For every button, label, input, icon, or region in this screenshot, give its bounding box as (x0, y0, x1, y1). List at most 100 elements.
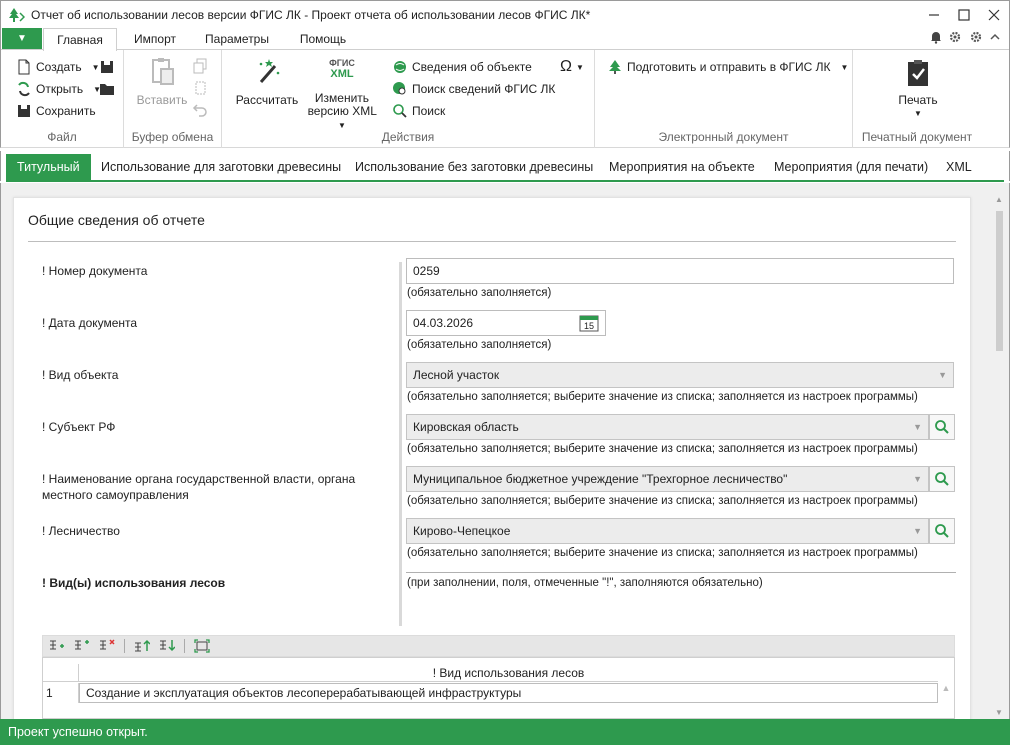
grid-column-header[interactable]: ! Вид использования лесов (79, 664, 938, 682)
ribbon-tab-bar: ▼ Главная Импорт Параметры Помощь (0, 28, 1010, 51)
subject-search-button[interactable] (929, 414, 955, 440)
group-actions: Рассчитать ФГИС XML Изменить версию XML … (222, 50, 595, 148)
tab-non-wood-usage[interactable]: Использование без заготовки древесины (344, 154, 604, 180)
save-button[interactable]: Сохранить (16, 103, 96, 119)
title-bar: Отчет об использовании лесов версии ФГИС… (0, 0, 1010, 28)
status-text: Проект успешно открыт. (8, 725, 148, 739)
tab-parameters[interactable]: Параметры (193, 28, 281, 50)
object-info-button[interactable]: Сведения об объекте (392, 59, 532, 75)
caret-down-icon: ▼ (840, 62, 849, 72)
minimize-button[interactable] (919, 1, 949, 29)
bell-icon[interactable] (929, 30, 943, 47)
window-title: Отчет об использовании лесов версии ФГИС… (31, 7, 591, 22)
usage-types-label: ! Вид(ы) использования лесов (42, 576, 226, 590)
tab-activities-print[interactable]: Мероприятия (для печати) (763, 154, 939, 180)
doc-date-input[interactable]: 04.03.2026 15 (406, 310, 606, 336)
close-button[interactable] (979, 1, 1009, 29)
authority-search-button[interactable] (929, 466, 955, 492)
document-tab-bar: Титульный Использование для заготовки др… (0, 151, 1010, 182)
expand-icon[interactable] (194, 639, 210, 653)
group-print-label: Печатный документ (861, 130, 973, 144)
section-title: Общие сведения об отчете (28, 212, 205, 228)
magic-wand-icon (259, 59, 280, 83)
chevron-down-icon: ▼ (913, 474, 922, 484)
caret-down-icon: ▼ (338, 121, 346, 130)
forestry-hint: (обязательно заполняется; выберите значе… (407, 547, 918, 559)
chevron-down-icon: ▼ (913, 526, 922, 536)
group-clipboard-label: Буфер обмена (131, 130, 214, 144)
app-menu-button[interactable]: ▼ (2, 28, 42, 49)
tree-icon (609, 60, 621, 74)
maximize-button[interactable] (949, 1, 979, 29)
ribbon-collapse-icon[interactable] (989, 31, 1001, 46)
change-xml-version-button[interactable]: ФГИС XML Изменить версию XML ▼ (302, 58, 382, 132)
folder-button[interactable] (99, 81, 115, 97)
create-button[interactable]: Создать ▼ (16, 59, 100, 75)
move-down-icon[interactable] (159, 639, 175, 653)
paste-icon (152, 58, 174, 85)
copy-button[interactable] (192, 58, 208, 74)
subject-select[interactable]: Кировская область ▼ (406, 414, 929, 440)
search-fgis-button[interactable]: Поиск сведений ФГИС ЛК (392, 81, 555, 97)
doc-number-hint: (обязательно заполняется) (407, 287, 552, 299)
ribbon: Создать ▼ Открыть ▼ Сохранить Файл Встав… (0, 50, 1010, 148)
doc-date-label: ! Дата документа (42, 316, 138, 330)
forestry-search-button[interactable] (929, 518, 955, 544)
options-gear-icon[interactable] (969, 30, 983, 47)
print-checklist-icon (908, 60, 928, 86)
tab-title-page[interactable]: Титульный (6, 154, 91, 180)
app-tree-icon (7, 5, 27, 25)
settings-gear-icon[interactable] (949, 30, 963, 47)
grid-scroll-up-icon[interactable]: ▲ (938, 683, 954, 723)
object-type-select[interactable]: Лесной участок ▼ (406, 362, 954, 388)
search-button[interactable]: Поиск (392, 103, 445, 119)
tab-main[interactable]: Главная (43, 28, 117, 51)
search-icon (935, 524, 949, 538)
tab-object-activities[interactable]: Мероприятия на объекте (598, 154, 766, 180)
calculate-button[interactable]: Рассчитать (234, 56, 300, 107)
group-clipboard: Вставить Буфер обмена (124, 50, 222, 148)
folder-icon (100, 84, 114, 95)
paste-button[interactable]: Вставить (134, 56, 190, 107)
scroll-thumb[interactable] (996, 211, 1003, 351)
chevron-down-icon: ▼ (913, 422, 922, 432)
delete-row-icon[interactable] (99, 639, 115, 653)
grid-toolbar (42, 635, 955, 657)
forestry-select[interactable]: Кирово-Чепецкое ▼ (406, 518, 929, 544)
prepare-send-button[interactable]: Подготовить и отправить в ФГИС ЛК ▼ (607, 59, 848, 75)
undo-icon (192, 104, 207, 117)
table-row[interactable]: 1 Создание и эксплуатация объектов лесоп… (43, 683, 938, 703)
tab-wood-harvesting[interactable]: Использование для заготовки древесины (90, 154, 352, 180)
print-button[interactable]: Печать ▼ (883, 58, 953, 120)
tab-import[interactable]: Импорт (121, 28, 189, 50)
move-up-icon[interactable] (134, 639, 150, 653)
group-print: Печать ▼ Печатный документ (853, 50, 981, 148)
undo-button[interactable] (192, 102, 208, 118)
doc-number-input[interactable]: 0259 (406, 258, 954, 284)
scroll-up-icon[interactable]: ▲ (992, 195, 1006, 204)
save-as-button[interactable] (99, 59, 115, 75)
usage-types-hint: (при заполнении, поля, отмеченные "!", з… (407, 577, 763, 589)
authority-label: ! Наименование органа государственной вл… (42, 472, 356, 502)
search-icon (935, 420, 949, 434)
symbol-button[interactable]: Ω ▼ (560, 58, 584, 76)
insert-row-icon[interactable] (74, 639, 90, 653)
authority-select[interactable]: Муниципальное бюджетное учреждение "Трех… (406, 466, 929, 492)
cut-button[interactable] (192, 80, 208, 96)
scroll-down-icon[interactable]: ▼ (992, 708, 1006, 717)
calendar-icon[interactable]: 15 (579, 314, 599, 335)
grid-corner (43, 664, 79, 682)
row-number: 1 (43, 683, 79, 703)
copy-format-icon (195, 81, 206, 95)
tab-help[interactable]: Помощь (285, 28, 361, 50)
object-type-label: ! Вид объекта (42, 368, 119, 382)
open-button[interactable]: Открыть ▼ (16, 81, 101, 97)
add-row-icon[interactable] (49, 639, 65, 653)
status-bar: Проект успешно открыт. (0, 719, 1010, 745)
tab-xml[interactable]: XML (935, 154, 983, 180)
save-icon (18, 105, 30, 117)
forestry-label: ! Лесничество (42, 524, 120, 538)
usage-type-cell[interactable]: Создание и эксплуатация объектов лесопер… (79, 683, 938, 703)
vertical-scrollbar[interactable]: ▲ ▼ (992, 183, 1006, 719)
search-icon (935, 472, 949, 486)
